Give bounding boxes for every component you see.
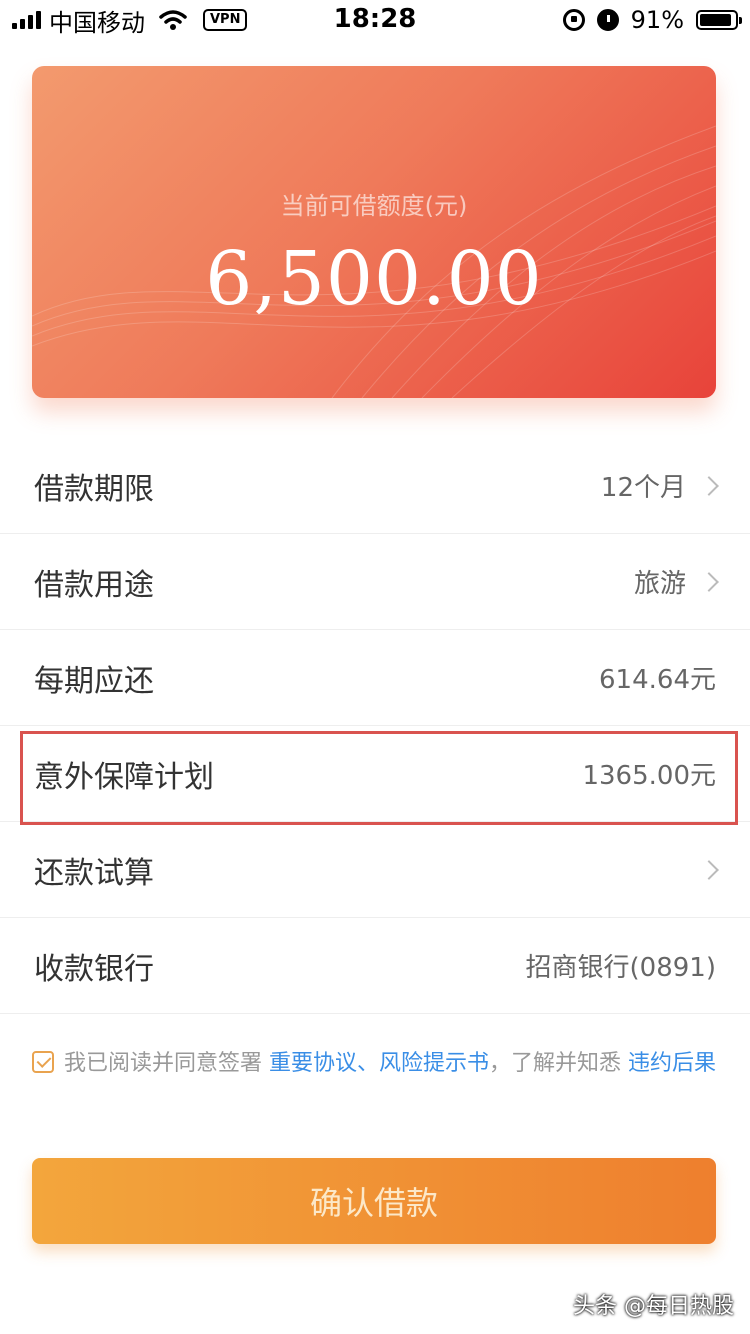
vpn-badge: VPN [203, 9, 248, 31]
status-left: 中国移动 VPN [12, 3, 248, 38]
row-loan-term[interactable]: 借款期限 12个月 [0, 438, 750, 534]
row-value: 614.64元 [599, 665, 716, 695]
row-right: 1365.00元 [582, 755, 716, 792]
row-value: 招商银行(0891) [525, 953, 716, 983]
carrier-name: 中国移动 [49, 8, 145, 37]
row-label: 借款用途 [34, 567, 154, 603]
loan-detail-list: 借款期限 12个月 借款用途 旅游 每期应还 614.64元 意外保障计划 13… [0, 438, 750, 1014]
credit-limit-amount: 6,500.00 [205, 236, 543, 322]
credit-limit-card: 当前可借额度(元) 6,500.00 [32, 66, 716, 398]
status-bar: 中国移动 VPN 18:28 91% [0, 0, 750, 40]
agreement-text: 我已阅读并同意签署 重要协议、风险提示书，了解并知悉 违约后果 [32, 1044, 722, 1084]
row-right: 招商银行(0891) [526, 947, 716, 984]
card-wave-pattern [32, 125, 716, 398]
battery-percent: 91% [630, 6, 684, 34]
row-label: 每期应还 [34, 663, 154, 699]
agreement-prefix: 我已阅读并同意签署 [64, 1051, 263, 1076]
link-default-consequences[interactable]: 违约后果 [628, 1051, 716, 1076]
row-right [686, 859, 719, 880]
row-label: 还款试算 [34, 855, 154, 891]
row-repayment-calculator[interactable]: 还款试算 [0, 822, 750, 918]
link-important-agreement[interactable]: 重要协议、风险提示书 [269, 1051, 489, 1076]
watermark: 头条 @每日热股 [573, 1294, 734, 1319]
alarm-icon [596, 9, 619, 31]
row-accident-protection: 意外保障计划 1365.00元 [0, 726, 750, 822]
row-right: 旅游 [633, 563, 719, 600]
row-value: 1365.00元 [582, 761, 716, 791]
chevron-right-icon [699, 571, 719, 592]
row-label: 借款期限 [34, 471, 154, 507]
confirm-loan-button[interactable]: 确认借款 [32, 1158, 716, 1244]
signal-icon [12, 11, 41, 29]
row-value: 旅游 [633, 569, 686, 599]
agreement-middle: ，了解并知悉 [489, 1051, 622, 1076]
row-installment: 每期应还 614.64元 [0, 630, 750, 726]
agreement-checkbox[interactable] [32, 1051, 54, 1073]
battery-icon [696, 10, 742, 30]
row-right: 614.64元 [599, 659, 716, 696]
chevron-right-icon [699, 859, 719, 880]
credit-limit-label: 当前可借额度(元) [280, 192, 468, 220]
row-receiving-bank: 收款银行 招商银行(0891) [0, 918, 750, 1014]
status-right: 91% [562, 6, 742, 34]
row-label: 收款银行 [34, 951, 154, 987]
row-loan-purpose[interactable]: 借款用途 旅游 [0, 534, 750, 630]
chevron-right-icon [699, 475, 719, 496]
battery-fill [700, 14, 731, 26]
row-value: 12个月 [600, 473, 686, 503]
wifi-icon [159, 10, 187, 30]
rotation-lock-icon [562, 9, 585, 31]
row-right: 12个月 [600, 467, 719, 504]
row-label: 意外保障计划 [34, 759, 214, 795]
